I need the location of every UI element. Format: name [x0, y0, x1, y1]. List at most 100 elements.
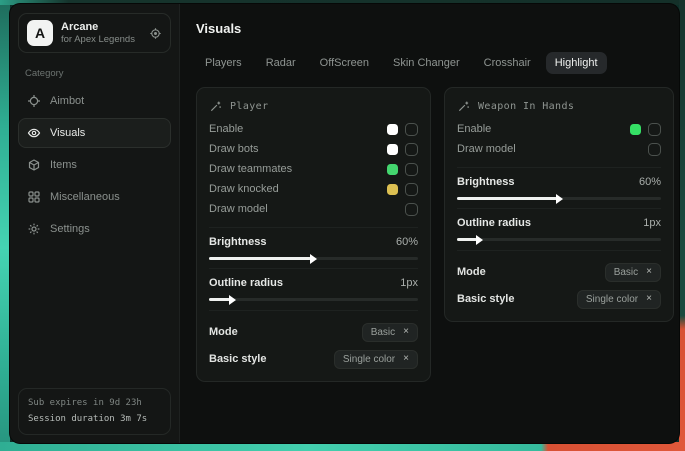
- slider-fill: [457, 238, 477, 241]
- checkbox[interactable]: [648, 143, 661, 156]
- basic-style-chip[interactable]: Single color ×: [334, 350, 418, 369]
- toggle-row-draw-model: Draw model: [457, 139, 661, 159]
- color-swatch[interactable]: [387, 144, 398, 155]
- color-swatch[interactable]: [387, 184, 398, 195]
- toggle-row-draw-bots: Draw bots: [209, 139, 418, 159]
- slider-row-brightness: Brightness 60%: [209, 227, 418, 260]
- mode-chip[interactable]: Basic ×: [362, 323, 418, 342]
- panel-title: Weapon In Hands: [478, 101, 574, 112]
- tab-crosshair[interactable]: Crosshair: [475, 52, 540, 74]
- crosshair-icon: [27, 94, 41, 108]
- screen: A Arcane for Apex Legends Category: [0, 0, 685, 451]
- chip-rows: Mode Basic × Basic style Single color ×: [457, 250, 661, 309]
- sidebar-item-items[interactable]: Items: [18, 150, 171, 180]
- color-swatch[interactable]: [387, 164, 398, 175]
- brightness-slider[interactable]: [209, 257, 418, 260]
- wand-icon: [457, 100, 470, 113]
- toggle-row-draw-model: Draw model: [209, 199, 418, 219]
- tab-skin-changer[interactable]: Skin Changer: [384, 52, 469, 74]
- eye-icon: [27, 126, 41, 140]
- tab-offscreen[interactable]: OffScreen: [311, 52, 378, 74]
- row-label: Basic style: [209, 353, 266, 365]
- close-icon[interactable]: ×: [403, 354, 409, 364]
- row-label: Draw bots: [209, 143, 259, 155]
- chip-value: Single color: [586, 294, 638, 305]
- slider-thumb[interactable]: [476, 235, 483, 245]
- row-label: Basic style: [457, 293, 514, 305]
- tab-highlight[interactable]: Highlight: [546, 52, 607, 74]
- row-label: Draw model: [457, 143, 516, 155]
- sidebar-item-label: Items: [50, 159, 77, 171]
- checkbox[interactable]: [405, 163, 418, 176]
- row-label: Draw teammates: [209, 163, 292, 175]
- row-label: Outline radius: [457, 217, 531, 229]
- row-label: Brightness: [209, 236, 266, 248]
- row-label: Enable: [209, 123, 243, 135]
- row-label: Outline radius: [209, 277, 283, 289]
- slider-thumb[interactable]: [556, 194, 563, 204]
- app-header-card: A Arcane for Apex Legends: [18, 13, 171, 53]
- chip-row-mode: Mode Basic ×: [457, 262, 661, 282]
- wand-icon: [209, 100, 222, 113]
- game-background-right: [679, 0, 685, 451]
- slider-value: 60%: [396, 236, 418, 248]
- checkbox[interactable]: [405, 183, 418, 196]
- row-label: Brightness: [457, 176, 514, 188]
- slider-thumb[interactable]: [229, 295, 236, 305]
- chip-row-basic-style: Basic style Single color ×: [457, 289, 661, 309]
- panels: Player Enable Draw bots: [196, 87, 674, 382]
- sidebar-item-visuals[interactable]: Visuals: [18, 118, 171, 148]
- row-label: Enable: [457, 123, 491, 135]
- chip-row-mode: Mode Basic ×: [209, 322, 418, 342]
- close-icon[interactable]: ×: [646, 294, 652, 304]
- slider-fill: [457, 197, 557, 200]
- toggle-row-enable: Enable: [457, 119, 661, 139]
- checkbox[interactable]: [405, 203, 418, 216]
- brightness-slider[interactable]: [457, 197, 661, 200]
- app-subtitle: for Apex Legends: [61, 34, 135, 45]
- chip-value: Single color: [343, 354, 395, 365]
- sidebar-item-miscellaneous[interactable]: Miscellaneous: [18, 182, 171, 212]
- sidebar: A Arcane for Apex Legends Category: [10, 4, 180, 443]
- checkbox[interactable]: [648, 123, 661, 136]
- app-logo: A: [27, 20, 53, 46]
- chip-row-basic-style: Basic style Single color ×: [209, 349, 418, 369]
- color-swatch[interactable]: [387, 124, 398, 135]
- sidebar-item-settings[interactable]: Settings: [18, 214, 171, 244]
- toggle-row-draw-knocked: Draw knocked: [209, 179, 418, 199]
- mode-chip[interactable]: Basic ×: [605, 263, 661, 282]
- sub-expires-text: Sub expires in 9d 23h: [28, 396, 161, 411]
- sidebar-item-label: Aimbot: [50, 95, 84, 107]
- color-swatch[interactable]: [630, 124, 641, 135]
- game-background-left: [0, 0, 10, 451]
- basic-style-chip[interactable]: Single color ×: [577, 290, 661, 309]
- row-label: Draw model: [209, 203, 268, 215]
- chip-value: Basic: [614, 267, 638, 278]
- checkbox[interactable]: [405, 123, 418, 136]
- slider-fill: [209, 257, 311, 260]
- checkbox[interactable]: [405, 143, 418, 156]
- slider-thumb[interactable]: [310, 254, 317, 264]
- row-label: Draw knocked: [209, 183, 279, 195]
- weapon-panel-header: Weapon In Hands: [457, 97, 661, 119]
- slider-value: 1px: [400, 277, 418, 289]
- outline-radius-slider[interactable]: [209, 298, 418, 301]
- slider-value: 60%: [639, 176, 661, 188]
- chip-rows: Mode Basic × Basic style Single color ×: [209, 310, 418, 369]
- player-panel: Player Enable Draw bots: [196, 87, 431, 382]
- slider-fill: [209, 298, 230, 301]
- outline-radius-slider[interactable]: [457, 238, 661, 241]
- game-background-bottom: [0, 442, 685, 451]
- app-name: Arcane: [61, 21, 135, 33]
- sidebar-item-label: Visuals: [50, 127, 85, 139]
- target-icon[interactable]: [149, 27, 162, 40]
- close-icon[interactable]: ×: [646, 267, 652, 277]
- close-icon[interactable]: ×: [403, 327, 409, 337]
- main-content: Visuals Players Radar OffScreen Skin Cha…: [180, 4, 679, 443]
- app-meta: Arcane for Apex Legends: [61, 21, 135, 45]
- sidebar-item-aimbot[interactable]: Aimbot: [18, 86, 171, 116]
- tab-radar[interactable]: Radar: [257, 52, 305, 74]
- tab-bar: Players Radar OffScreen Skin Changer Cro…: [196, 52, 674, 74]
- grid-icon: [27, 190, 41, 204]
- tab-players[interactable]: Players: [196, 52, 251, 74]
